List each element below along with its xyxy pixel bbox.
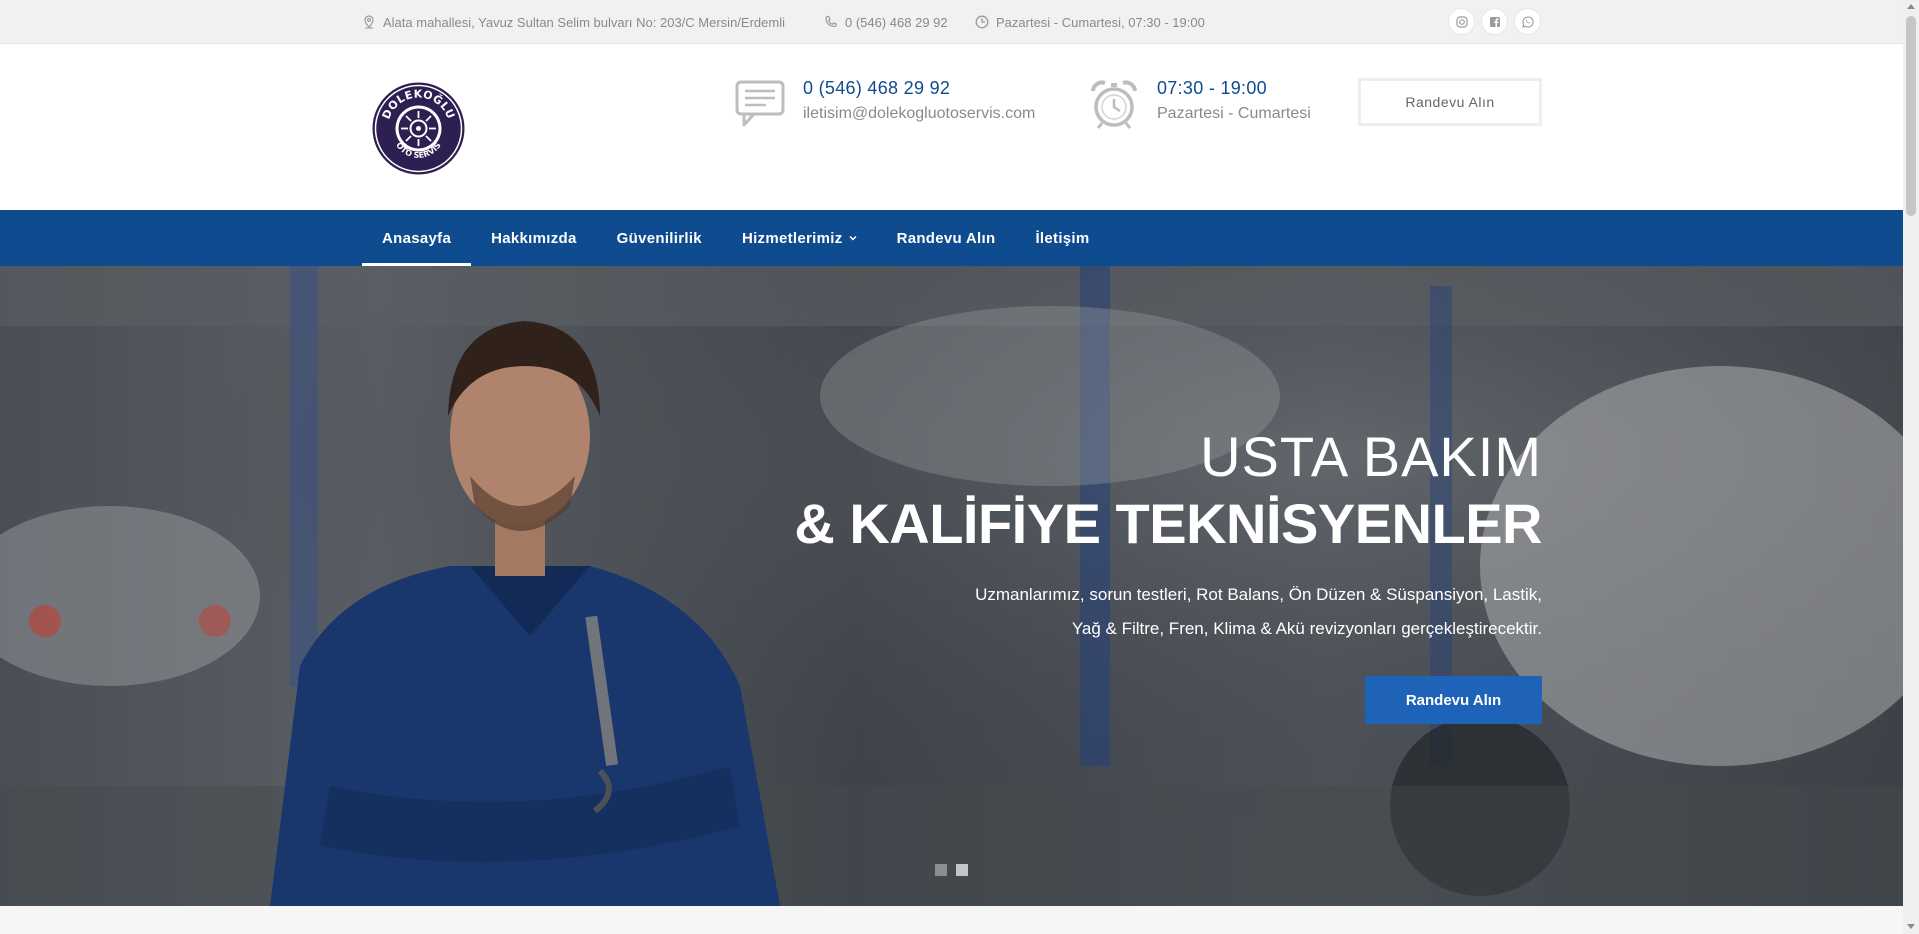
dolekoglu-logo[interactable]: DOLEKOĞLU OTO SERVİS [371,81,466,176]
phone-icon [825,15,837,28]
scrollbar-thumb[interactable] [1906,16,1916,216]
location-icon [364,15,374,29]
nav-item-iletisim[interactable]: İletişim [1015,210,1109,266]
clock-icon [975,15,989,29]
slider-dot-1[interactable] [935,864,947,876]
header-hours-days: Pazartesi - Cumartesi [1157,105,1311,122]
nav-item-hakkimizda[interactable]: Hakkımızda [471,210,597,266]
chevron-down-icon [849,235,857,241]
nav-label: İletişim [1035,229,1090,247]
hero-slider: USTA BAKIM & KALİFİYE TEKNİSYENLER Uzman… [0,266,1903,906]
chat-message-icon [735,80,785,127]
hero-title-line2: & KALİFİYE TEKNİSYENLER [794,492,1542,555]
hero-appointment-button[interactable]: Randevu Alın [1365,676,1542,724]
hero-description: Uzmanlarımız, sorun testleri, Rot Balans… [922,578,1542,646]
hours-text: Pazartesi - Cumartesi, 07:30 - 19:00 [996,14,1205,30]
whatsapp-button[interactable] [1514,8,1541,35]
slider-dot-2[interactable] [956,864,968,876]
header-appointment-button[interactable]: Randevu Alın [1358,78,1542,126]
nav-label: Anasayfa [382,229,452,247]
nav-item-guvenilirlik[interactable]: Güvenilirlik [597,210,722,266]
nav-label: Hakkımızda [491,229,577,247]
whatsapp-icon [1521,15,1534,28]
page-scrollbar[interactable] [1903,0,1919,934]
scroll-up-arrow[interactable] [1907,4,1915,9]
hours-info: Pazartesi - Cumartesi, 07:30 - 19:00 [975,13,1205,31]
header-phone[interactable]: 0 (546) 468 29 92 [803,78,1035,99]
facebook-icon [1489,16,1500,27]
address-text: Alata mahallesi, Yavuz Sultan Selim bulv… [383,14,785,30]
nav-item-randevu[interactable]: Randevu Alın [877,210,1016,266]
instagram-button[interactable] [1448,8,1475,35]
phone-text: 0 (546) 468 29 92 [845,14,948,30]
phone-info[interactable]: 0 (546) 468 29 92 [824,13,948,31]
top-bar: Alata mahallesi, Yavuz Sultan Selim bulv… [0,0,1903,44]
header-phone-block: 0 (546) 468 29 92 iletisim@dolekogluotos… [734,74,1035,130]
site-header: DOLEKOĞLU OTO SERVİS 0 (546) 468 29 92 i… [0,44,1903,210]
header-hours-block: 07:30 - 19:00 Pazartesi - Cumartesi [1088,74,1311,130]
scroll-down-arrow[interactable] [1907,924,1915,929]
nav-label: Randevu Alın [896,229,996,247]
facebook-button[interactable] [1481,8,1508,35]
main-navigation: Anasayfa Hakkımızda Güvenilirlik Hizmetl… [0,210,1903,266]
nav-label: Hizmetlerimiz [741,229,843,247]
hero-title-line1: USTA BAKIM [1200,425,1542,488]
instagram-icon [1455,15,1468,28]
hero-text-line2: Yağ & Filtre, Fren, Klima & Akü revizyon… [1071,619,1542,638]
nav-item-hizmetlerimiz[interactable]: Hizmetlerimiz [722,210,877,266]
header-email[interactable]: iletisim@dolekogluotoservis.com [803,105,1035,123]
hero-text-line1: Uzmanlarımız, sorun testleri, Rot Balans… [975,585,1542,604]
nav-item-anasayfa[interactable]: Anasayfa [362,210,472,266]
alarm-clock-icon [1091,80,1137,129]
header-hours-time: 07:30 - 19:00 [1157,78,1267,98]
nav-label: Güvenilirlik [616,229,702,247]
address-info: Alata mahallesi, Yavuz Sultan Selim bulv… [362,13,785,31]
